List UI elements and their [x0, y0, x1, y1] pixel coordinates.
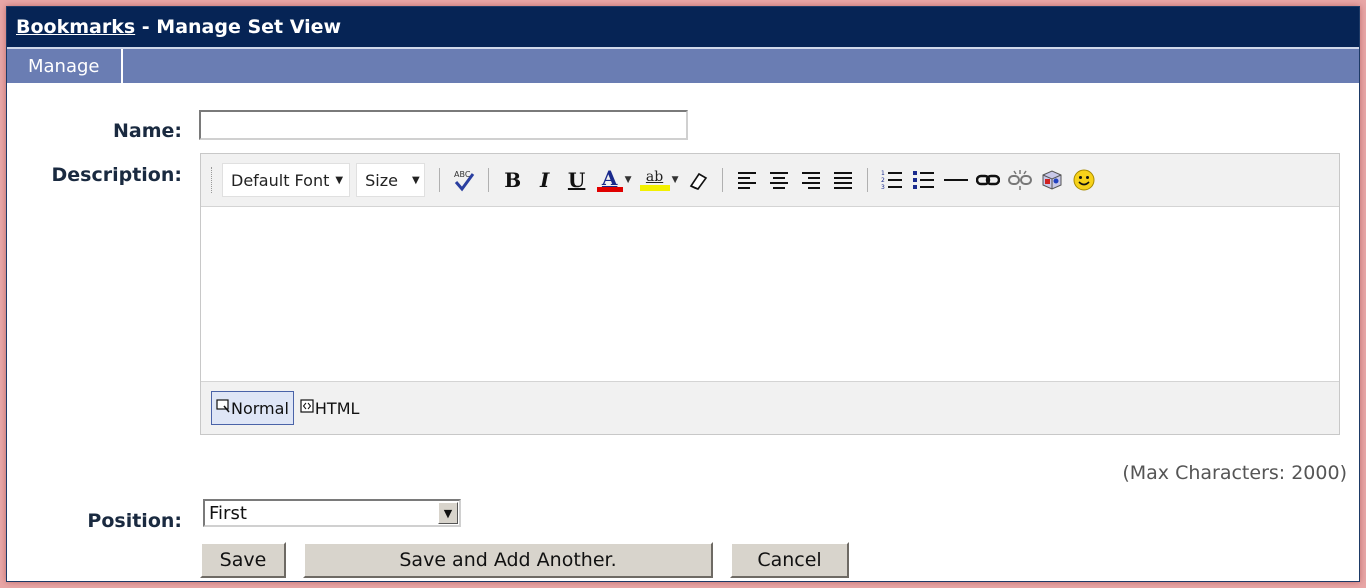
chevron-down-icon[interactable]: ▼ [625, 175, 632, 185]
name-input[interactable] [199, 110, 688, 140]
position-label: Position: [87, 510, 182, 532]
font-dropdown[interactable]: Default Font ▼ [222, 163, 351, 197]
editor-toolbar: Default Font ▼ Size ▼ ABC B I U A ▼ ab ▼… [201, 154, 1339, 207]
svg-text:ABC: ABC [454, 170, 471, 179]
chevron-down-icon: ▼ [411, 174, 420, 186]
svg-text:2: 2 [881, 177, 885, 184]
font-color-button[interactable]: A [595, 165, 625, 195]
description-label: Description: [51, 164, 183, 186]
align-right-icon[interactable] [797, 165, 825, 195]
toolbar-grip [211, 167, 214, 193]
save-and-add-another-button[interactable]: Save and Add Another. [303, 542, 713, 578]
unlink-icon[interactable] [1006, 165, 1034, 195]
design-view-icon [216, 399, 230, 417]
align-center-icon[interactable] [765, 165, 793, 195]
numbered-list-icon[interactable]: 123 [878, 165, 906, 195]
chevron-down-icon[interactable]: ▼ [672, 175, 679, 185]
size-dropdown[interactable]: Size ▼ [356, 163, 425, 197]
font-color-glyph: A [601, 165, 618, 190]
size-dropdown-label: Size [365, 170, 398, 190]
link-icon[interactable] [974, 165, 1002, 195]
smiley-icon[interactable] [1070, 165, 1098, 195]
breadcrumb-bookmarks-link[interactable]: Bookmarks [16, 16, 135, 38]
toolbar-separator [487, 168, 489, 192]
title-separator: - [135, 16, 157, 38]
tab-bar: Manage [7, 49, 1359, 83]
chevron-down-icon: ▼ [335, 174, 344, 186]
bullet-list-icon[interactable] [910, 165, 938, 195]
toolbar-separator [438, 168, 440, 192]
max-characters-note: (Max Characters: 2000) [1122, 462, 1347, 484]
manage-set-window: Bookmarks - Manage Set View Manage Name:… [6, 6, 1360, 582]
position-selected-value: First [209, 502, 247, 524]
page-title: Manage Set View [156, 16, 342, 38]
highlight-bar [639, 185, 670, 191]
save-button[interactable]: Save [200, 542, 286, 578]
font-dropdown-label: Default Font [231, 170, 330, 190]
title-bar: Bookmarks - Manage Set View [7, 7, 1359, 49]
italic-button[interactable]: I [531, 165, 559, 195]
underline-button[interactable]: U [563, 165, 591, 195]
html-mode-button[interactable]: HTML [296, 391, 364, 425]
html-view-icon [300, 399, 314, 417]
align-left-icon[interactable] [733, 165, 761, 195]
normal-mode-label: Normal [231, 398, 289, 418]
editor-mode-bar: Normal HTML [201, 381, 1339, 434]
align-justify-icon[interactable] [829, 165, 857, 195]
bold-button[interactable]: B [499, 165, 527, 195]
font-color-bar [596, 186, 623, 192]
highlight-button[interactable]: ab [638, 165, 672, 195]
spellcheck-icon[interactable]: ABC [450, 165, 478, 195]
position-select[interactable]: First ▼ [203, 499, 461, 527]
svg-text:1: 1 [881, 170, 885, 177]
toolbar-separator [722, 168, 724, 192]
horizontal-rule-icon[interactable] [942, 165, 970, 195]
tab-manage[interactable]: Manage [7, 49, 123, 83]
chevron-down-icon: ▼ [438, 502, 458, 524]
name-label: Name: [112, 120, 182, 142]
description-text-area[interactable] [201, 207, 1339, 381]
toolbar-separator [867, 168, 869, 192]
cancel-button[interactable]: Cancel [730, 542, 849, 578]
highlight-glyph: ab [645, 169, 664, 185]
svg-text:3: 3 [881, 184, 885, 191]
insert-object-icon[interactable] [1038, 165, 1066, 195]
description-editor: Default Font ▼ Size ▼ ABC B I U A ▼ ab ▼… [200, 153, 1340, 435]
normal-mode-button[interactable]: Normal [211, 391, 294, 425]
html-mode-label: HTML [314, 398, 360, 418]
eraser-icon[interactable] [684, 165, 712, 195]
